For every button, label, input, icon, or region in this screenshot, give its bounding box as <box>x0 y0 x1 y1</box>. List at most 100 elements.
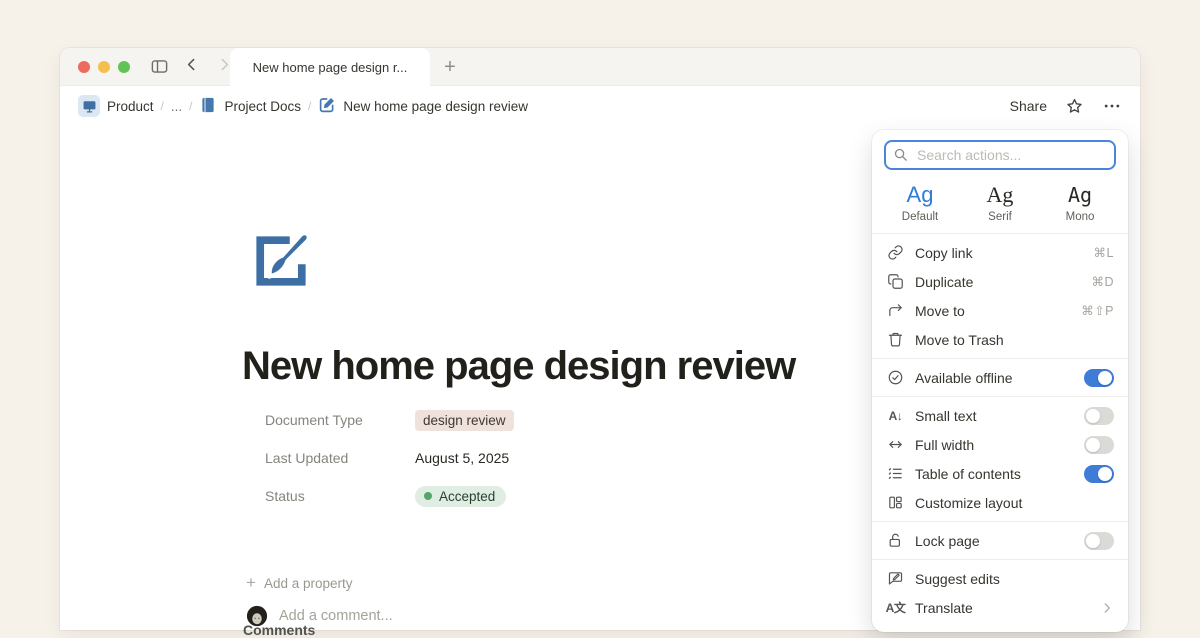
full-width-icon <box>886 436 905 453</box>
menu-item-copy-link[interactable]: Copy link ⌘L <box>872 238 1128 267</box>
add-comment-row[interactable]: Add a comment... <box>246 605 393 627</box>
menu-item-label: Copy link <box>915 245 1084 261</box>
plus-icon: + <box>246 573 256 593</box>
menu-item-label: Suggest edits <box>915 571 1114 587</box>
properties-table: Document Type design review Last Updated… <box>265 401 514 515</box>
small-text-toggle[interactable] <box>1084 407 1114 425</box>
menu-item-duplicate[interactable]: Duplicate ⌘D <box>872 267 1128 296</box>
font-label: Mono <box>1040 211 1120 223</box>
font-option-serif[interactable]: Ag Serif <box>960 182 1040 223</box>
property-label: Status <box>265 488 415 504</box>
duplicate-icon <box>886 273 905 290</box>
property-row-document-type[interactable]: Document Type design review <box>265 401 514 439</box>
property-label: Document Type <box>265 412 415 428</box>
page-actions-menu: Ag Default Ag Serif Ag Mono Copy link ⌘L <box>872 130 1128 632</box>
property-row-last-updated[interactable]: Last Updated August 5, 2025 <box>265 439 514 477</box>
add-property-button[interactable]: + Add a property <box>246 573 353 593</box>
edit-icon <box>318 96 336 117</box>
property-label: Last Updated <box>265 450 415 466</box>
font-option-default[interactable]: Ag Default <box>880 182 960 223</box>
menu-item-full-width[interactable]: Full width <box>872 430 1128 459</box>
link-icon <box>886 244 905 261</box>
full-width-toggle[interactable] <box>1084 436 1114 454</box>
status-label: Accepted <box>439 489 495 504</box>
menu-item-label: Move to Trash <box>915 332 1114 348</box>
menu-item-available-offline[interactable]: Available offline <box>872 363 1128 392</box>
zoom-window-button[interactable] <box>118 61 130 73</box>
menu-item-suggest-edits[interactable]: Suggest edits <box>872 564 1128 593</box>
tag-design-review[interactable]: design review <box>415 410 514 431</box>
breadcrumb-item-collapsed[interactable]: ... <box>171 99 182 114</box>
status-dot <box>424 492 432 500</box>
suggest-edits-icon <box>886 570 905 587</box>
translate-icon: A文 <box>886 599 905 616</box>
layout-icon <box>886 494 905 511</box>
keyboard-shortcut: ⌘⇧P <box>1081 303 1114 318</box>
minimize-window-button[interactable] <box>98 61 110 73</box>
available-offline-toggle[interactable] <box>1084 369 1114 387</box>
breadcrumb-separator: / <box>161 99 164 113</box>
breadcrumb-item-project-docs[interactable]: Project Docs <box>199 96 301 117</box>
menu-item-customize-layout[interactable]: Customize layout <box>872 488 1128 517</box>
menu-item-small-text[interactable]: A↓ Small text <box>872 401 1128 430</box>
menu-item-translate[interactable]: A文 Translate <box>872 593 1128 622</box>
property-row-status[interactable]: Status Accepted <box>265 477 514 515</box>
share-button[interactable]: Share <box>1010 98 1047 114</box>
lock-page-toggle[interactable] <box>1084 532 1114 550</box>
font-sample: Ag <box>1040 182 1120 208</box>
sidebar-toggle-icon[interactable] <box>150 57 169 76</box>
app-window: New home page design r... + Product / ..… <box>60 48 1140 630</box>
breadcrumb-label: Project Docs <box>224 99 301 114</box>
menu-item-lock-page[interactable]: Lock page <box>872 526 1128 555</box>
font-picker: Ag Default Ag Serif Ag Mono <box>872 176 1128 233</box>
breadcrumb: Product / ... / Project Docs / New home … <box>60 86 1140 126</box>
menu-item-move-to[interactable]: Move to ⌘⇧P <box>872 296 1128 325</box>
keyboard-shortcut: ⌘L <box>1094 245 1114 260</box>
page-icon-brush[interactable] <box>246 226 316 296</box>
menu-item-label: Translate <box>915 600 1090 616</box>
user-avatar <box>246 605 268 627</box>
breadcrumb-label: Product <box>107 99 154 114</box>
add-property-label: Add a property <box>264 576 353 591</box>
menu-item-label: Customize layout <box>915 495 1114 511</box>
favorite-star-icon[interactable] <box>1065 97 1084 116</box>
lock-open-icon <box>886 532 905 549</box>
breadcrumb-item-product[interactable]: Product <box>78 95 154 117</box>
breadcrumb-separator: / <box>308 99 311 113</box>
menu-item-label: Small text <box>915 408 1074 424</box>
font-label: Default <box>880 211 960 223</box>
breadcrumb-label: New home page design review <box>343 99 528 114</box>
font-sample: Ag <box>960 182 1040 208</box>
property-value[interactable]: August 5, 2025 <box>415 450 509 466</box>
page-title[interactable]: New home page design review <box>242 344 795 389</box>
check-circle-icon <box>886 369 905 386</box>
book-icon <box>199 96 217 117</box>
trash-icon <box>886 331 905 348</box>
document-tab[interactable]: New home page design r... <box>230 48 430 87</box>
menu-item-table-of-contents[interactable]: Table of contents <box>872 459 1128 488</box>
menu-item-move-to-trash[interactable]: Move to Trash <box>872 325 1128 354</box>
new-tab-button[interactable]: + <box>438 55 462 79</box>
menu-item-label: Full width <box>915 437 1074 453</box>
breadcrumb-separator: / <box>189 99 192 113</box>
breadcrumb-item-current[interactable]: New home page design review <box>318 96 528 117</box>
more-options-icon[interactable] <box>1102 96 1122 116</box>
add-comment-placeholder[interactable]: Add a comment... <box>279 608 393 624</box>
menu-item-label: Lock page <box>915 533 1074 549</box>
menu-item-label: Table of contents <box>915 466 1074 482</box>
search-actions-input[interactable] <box>884 140 1116 170</box>
move-to-icon <box>886 302 905 319</box>
table-of-contents-toggle[interactable] <box>1084 465 1114 483</box>
traffic-lights <box>78 61 130 73</box>
close-window-button[interactable] <box>78 61 90 73</box>
tab-title: New home page design r... <box>253 60 408 75</box>
font-option-mono[interactable]: Ag Mono <box>1040 182 1120 223</box>
status-badge-accepted[interactable]: Accepted <box>415 486 506 507</box>
monitor-icon <box>78 95 100 117</box>
toc-icon <box>886 465 905 482</box>
back-icon[interactable] <box>183 56 200 78</box>
menu-item-label: Available offline <box>915 370 1074 386</box>
font-sample: Ag <box>880 182 960 208</box>
search-icon <box>893 147 908 162</box>
titlebar: New home page design r... + <box>60 48 1140 86</box>
